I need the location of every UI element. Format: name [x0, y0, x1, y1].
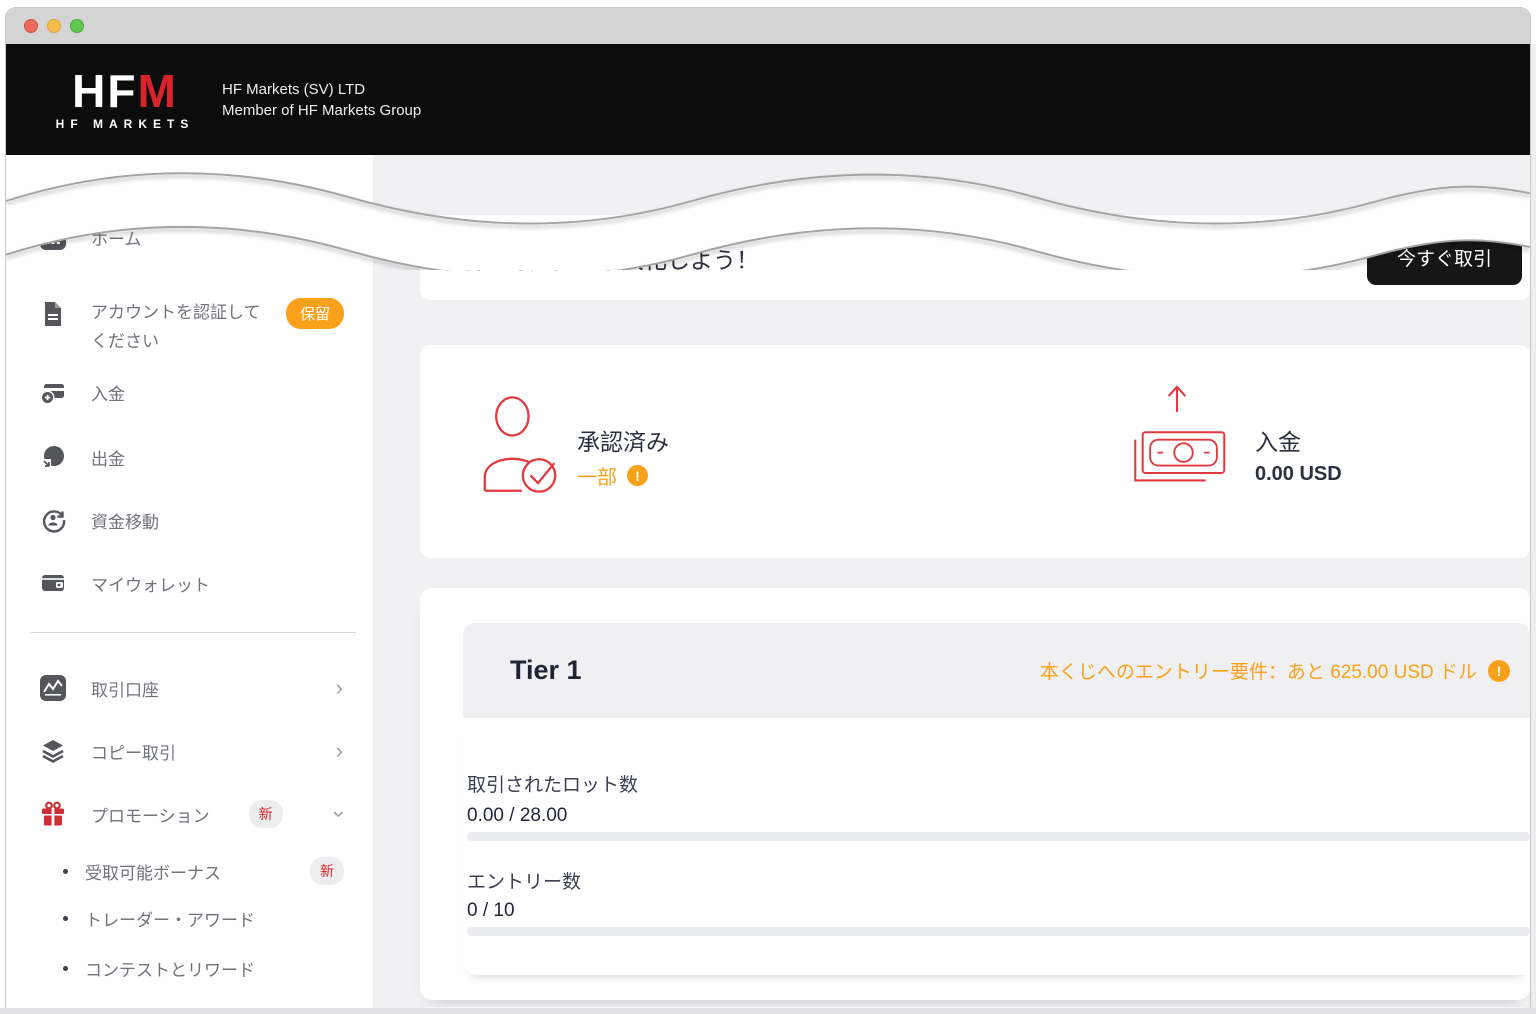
page-right-edge — [1531, 44, 1536, 1008]
banner-card: 取引の可能性を最大化しよう！ 今すぐ取引 — [420, 215, 1530, 300]
sidebar-item-promotions[interactable]: プロモーション 新 › — [6, 794, 373, 834]
banner-title: 取引の可能性を最大化しよう！ — [437, 241, 759, 275]
company-membership: Member of HF Markets Group — [222, 100, 421, 121]
hfm-logo[interactable]: HFM HF MARKETS — [50, 69, 200, 131]
trade-now-button[interactable]: 今すぐ取引 — [1367, 230, 1522, 285]
sidebar-item-label: アカウントを認証してください — [91, 298, 271, 356]
tier-requirement-text: 本くじへのエントリー要件：あと 625.00 USD ドル — [1040, 657, 1477, 684]
withdraw-icon — [40, 444, 66, 470]
sidebar: ホーム アカウントを認証してください 保留 — [6, 155, 373, 1008]
new-badge: 新 — [249, 800, 283, 828]
tier-card: Tier 1 本くじへのエントリー要件：あと 625.00 USD ドル ! 取… — [420, 588, 1530, 1000]
sidebar-subitem-claimable-bonuses[interactable]: 受取可能ボーナス 新 — [6, 853, 373, 889]
hfm-logo-text: HFM — [50, 69, 200, 113]
sidebar-item-label: マイウォレット — [91, 571, 210, 596]
money-in-icon — [1126, 381, 1228, 489]
company-name: HF Markets (SV) LTD — [222, 79, 421, 100]
chevron-right-icon: › — [336, 740, 343, 762]
tier-header: Tier 1 本くじへのエントリー要件：あと 625.00 USD ドル ! — [463, 623, 1530, 718]
page-bottom-edge — [0, 1008, 1536, 1014]
verification-title: 承認済み — [577, 423, 669, 457]
sidebar-item-deposit[interactable]: 入金 — [6, 372, 373, 412]
verification-status[interactable]: 一部 ! — [577, 461, 648, 490]
sidebar-subitem-rofm[interactable]: ROFM — [6, 998, 373, 1008]
gift-icon — [40, 801, 66, 827]
minimize-window-button[interactable] — [47, 19, 61, 33]
sidebar-item-label: 取引口座 — [91, 676, 159, 701]
app-window: HFM HF MARKETS HF Markets (SV) LTD Membe… — [6, 8, 1530, 1008]
close-window-button[interactable] — [24, 19, 38, 33]
sidebar-item-trading-accounts[interactable]: 取引口座 › — [6, 668, 373, 708]
home-chart-icon — [40, 224, 66, 250]
sidebar-subitem-trader-awards[interactable]: トレーダー・アワード — [6, 900, 373, 936]
verification-status-text: 一部 — [577, 461, 617, 490]
entries-value: 0 / 10 — [467, 900, 515, 922]
lots-traded-progressbar — [467, 832, 1530, 841]
sidebar-item-withdraw[interactable]: 出金 — [6, 437, 373, 477]
bullet-icon — [63, 966, 68, 971]
sidebar-item-label: 資金移動 — [91, 508, 159, 533]
stats-card: 承認済み 一部 ! 入金 0.00 USD — [420, 345, 1530, 558]
titlebar — [6, 8, 1530, 44]
lots-traded-label: 取引されたロット数 — [467, 770, 638, 797]
copy-trading-icon — [40, 738, 66, 764]
sidebar-subitem-contests-rewards[interactable]: コンテストとリワード — [6, 950, 373, 986]
sidebar-item-my-wallet[interactable]: マイウォレット — [6, 563, 373, 603]
brand-header: HFM HF MARKETS HF Markets (SV) LTD Membe… — [6, 44, 1530, 155]
lots-traded-value: 0.00 / 28.00 — [467, 805, 567, 827]
main-panel: 取引の可能性を最大化しよう！ 今すぐ取引 承認済み 一部 ! — [373, 155, 1530, 1008]
sidebar-item-label: コピー取引 — [91, 739, 176, 764]
sidebar-item-home[interactable]: ホーム — [6, 217, 373, 257]
sidebar-item-transfer[interactable]: 資金移動 — [6, 500, 373, 540]
chevron-down-icon: › — [328, 810, 350, 817]
chevron-right-icon: › — [336, 677, 343, 699]
user-check-icon — [480, 390, 560, 500]
entries-label: エントリー数 — [467, 867, 581, 894]
wallet-icon — [40, 570, 66, 596]
sidebar-item-label: プロモーション — [91, 802, 210, 827]
warning-icon: ! — [627, 465, 648, 486]
company-info: HF Markets (SV) LTD Member of HF Markets… — [222, 79, 421, 121]
document-icon — [40, 301, 66, 327]
bullet-icon — [63, 869, 68, 874]
warning-icon[interactable]: ! — [1488, 660, 1510, 682]
tier-title: Tier 1 — [510, 655, 582, 686]
sidebar-item-label: 入金 — [91, 380, 125, 405]
sidebar-item-label: ホーム — [91, 225, 142, 250]
sidebar-subitem-label: 受取可能ボーナス — [85, 859, 221, 884]
bullet-icon — [63, 916, 68, 921]
sidebar-divider — [31, 632, 356, 633]
accounts-icon — [40, 675, 66, 701]
deposit-icon — [40, 379, 66, 405]
tier-body — [463, 718, 1530, 975]
tier-requirement: 本くじへのエントリー要件：あと 625.00 USD ドル ! — [1040, 657, 1510, 684]
sidebar-subitem-label: コンテストとリワード — [85, 956, 255, 981]
zoom-window-button[interactable] — [70, 19, 84, 33]
content-area: ホーム アカウントを認証してください 保留 — [6, 155, 1530, 1008]
entries-progressbar — [467, 927, 1530, 936]
new-badge: 新 — [310, 857, 344, 885]
transfer-icon — [40, 507, 66, 533]
sidebar-item-copy-trading[interactable]: コピー取引 › — [6, 731, 373, 771]
sidebar-item-verify-account[interactable]: アカウントを認証してください 保留 — [6, 283, 373, 345]
deposit-amount: 0.00 USD — [1255, 463, 1342, 486]
deposit-title: 入金 — [1255, 423, 1301, 457]
sidebar-subitem-label: トレーダー・アワード — [85, 906, 255, 931]
pending-badge: 保留 — [286, 298, 344, 329]
sidebar-item-label: 出金 — [91, 445, 125, 470]
hfm-logo-subtext: HF MARKETS — [50, 117, 200, 131]
